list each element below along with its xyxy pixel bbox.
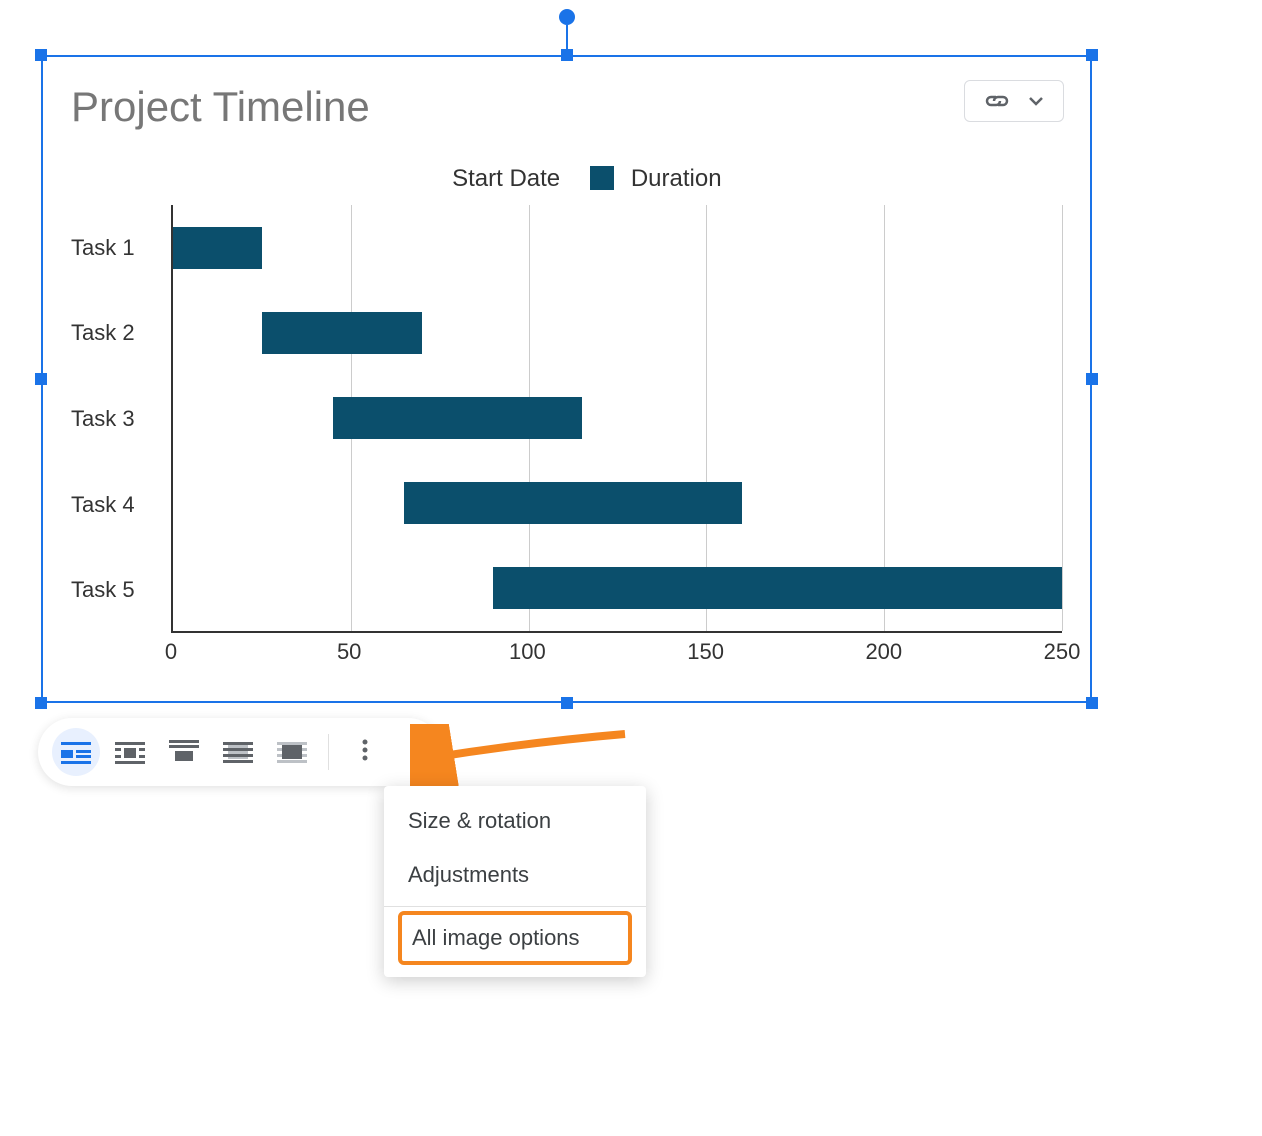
bar-duration <box>404 482 742 524</box>
x-tick-label: 100 <box>509 639 546 665</box>
rotate-handle[interactable] <box>559 9 575 25</box>
chart-plot: Task 1 Task 2 Task 3 Task 4 Task 5 0 50 100 150… <box>71 205 1062 673</box>
resize-handle-ne[interactable] <box>1086 49 1098 61</box>
wrap-front-button[interactable] <box>268 728 316 776</box>
y-tick-label: Task 4 <box>71 492 135 518</box>
x-tick-label: 50 <box>337 639 361 665</box>
y-tick-label: Task 3 <box>71 406 135 432</box>
image-toolbar <box>38 718 442 786</box>
resize-handle-sw[interactable] <box>35 697 47 709</box>
more-options-button[interactable] <box>341 728 389 776</box>
resize-handle-e[interactable] <box>1086 373 1098 385</box>
rotate-connector <box>566 25 568 49</box>
link-icon <box>983 91 1011 111</box>
x-tick-label: 250 <box>1044 639 1081 665</box>
y-tick-label: Task 2 <box>71 320 135 346</box>
y-axis: Task 1 Task 2 Task 3 Task 4 Task 5 <box>71 205 161 633</box>
bar-duration <box>173 227 262 269</box>
y-tick-label: Task 1 <box>71 235 135 261</box>
x-tick-label: 0 <box>165 639 177 665</box>
annotation-arrow <box>410 724 640 794</box>
toolbar-separator <box>328 734 329 770</box>
chart-legend: Start Date Duration <box>51 165 1082 193</box>
annotation-highlight: All image options <box>398 911 632 965</box>
bar-duration <box>493 567 1062 609</box>
resize-handle-se[interactable] <box>1086 697 1098 709</box>
menu-separator <box>384 906 646 907</box>
legend-swatch-duration <box>590 166 614 190</box>
linked-chart-chip[interactable] <box>964 80 1064 122</box>
menu-item-adjustments[interactable]: Adjustments <box>384 848 646 902</box>
resize-handle-n[interactable] <box>561 49 573 61</box>
menu-item-size-rotation[interactable]: Size & rotation <box>384 794 646 848</box>
resize-handle-s[interactable] <box>561 697 573 709</box>
bar-duration <box>262 312 422 354</box>
legend-swatch-start-date <box>411 166 435 190</box>
image-options-menu: Size & rotation Adjustments All image op… <box>384 786 646 977</box>
chart-title: Project Timeline <box>71 83 370 131</box>
x-axis: 050100150200250 <box>171 633 1062 673</box>
menu-item-all-image-options[interactable]: All image options <box>402 915 628 961</box>
bar-duration <box>333 397 582 439</box>
wrap-inline-button[interactable] <box>52 728 100 776</box>
x-tick-label: 150 <box>687 639 724 665</box>
legend-label-start-date: Start Date <box>452 165 560 192</box>
plot-area <box>171 205 1062 633</box>
chart-card[interactable]: Project Timeline Start Date Duration Tas… <box>51 65 1082 693</box>
wrap-square-button[interactable] <box>106 728 154 776</box>
y-tick-label: Task 5 <box>71 577 135 603</box>
chart-selection[interactable]: Project Timeline Start Date Duration Tas… <box>41 55 1092 703</box>
wrap-behind-button[interactable] <box>214 728 262 776</box>
gridline <box>1062 205 1063 631</box>
x-tick-label: 200 <box>865 639 902 665</box>
chevron-down-icon <box>1026 91 1046 111</box>
legend-item-duration: Duration <box>590 165 721 193</box>
wrap-break-button[interactable] <box>160 728 208 776</box>
legend-label-duration: Duration <box>631 165 722 192</box>
legend-item-start-date: Start Date <box>411 165 560 193</box>
more-vert-icon <box>362 738 368 767</box>
resize-handle-w[interactable] <box>35 373 47 385</box>
resize-handle-nw[interactable] <box>35 49 47 61</box>
